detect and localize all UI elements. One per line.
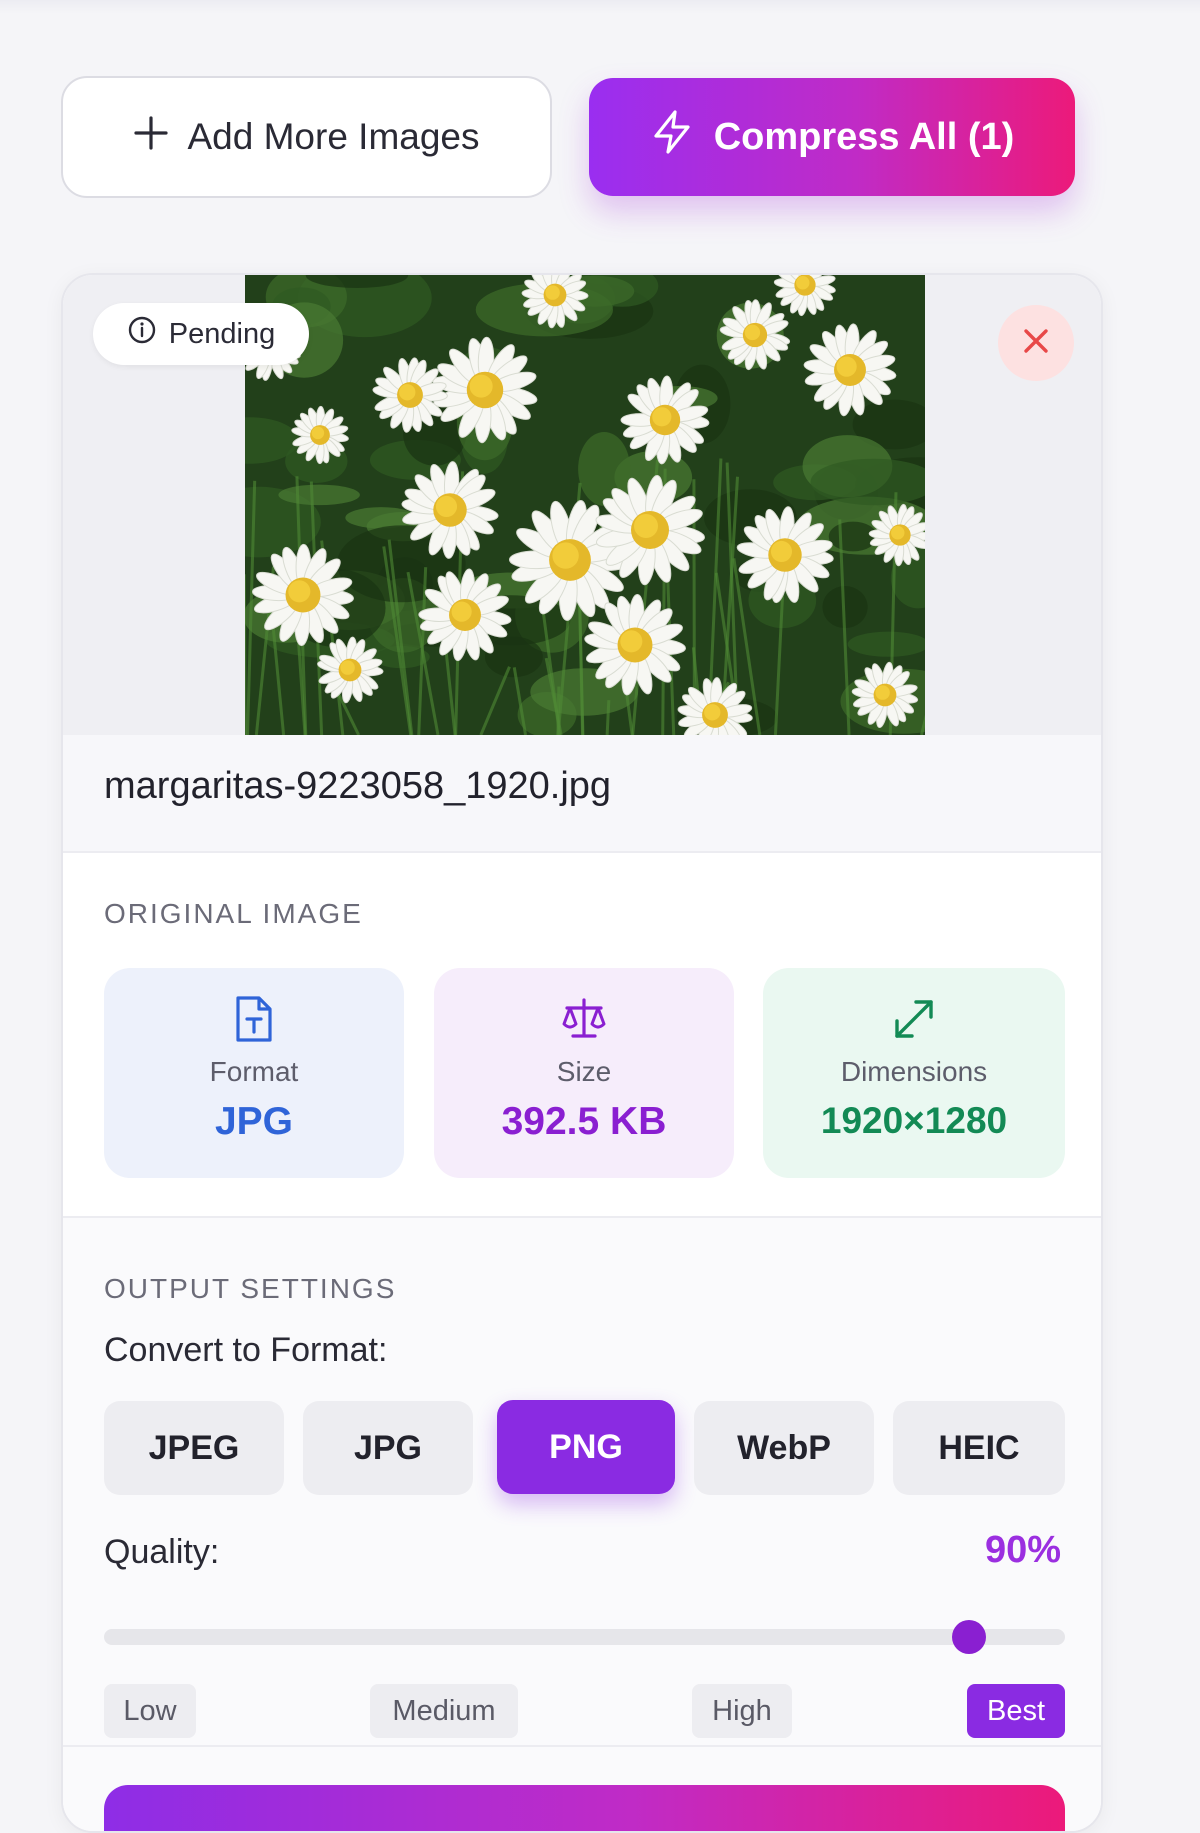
convert-format-label: Convert to Format: [104,1331,387,1370]
dimensions-value: 1920×1280 [821,1100,1007,1142]
quality-slider-track[interactable] [104,1629,1065,1645]
original-image-heading: ORIGINAL IMAGE [104,898,363,930]
format-label: Format [210,1056,299,1088]
expand-icon [889,994,939,1044]
section-divider-bottom [63,1745,1103,1747]
quality-level-medium[interactable]: Medium [370,1684,518,1738]
action-bar: Add More Images Compress All (1) [61,76,1075,196]
compress-image-button[interactable] [104,1785,1065,1833]
format-option-png[interactable]: PNG [497,1400,675,1494]
format-value: JPG [215,1100,293,1144]
file-name: margaritas-9223058_1920.jpg [104,765,611,808]
image-card: Pending margaritas-9223058_1920.jpg ORIG… [61,273,1103,1833]
size-value: 392.5 KB [502,1100,667,1144]
quality-value: 90% [985,1529,1061,1572]
image-preview: Pending [63,275,1103,735]
file-text-icon [232,994,276,1044]
compress-all-button[interactable]: Compress All (1) [589,78,1075,196]
scale-icon [559,994,609,1044]
info-icon [127,315,157,353]
add-more-images-button[interactable]: Add More Images [61,76,552,198]
format-stat: Format JPG [104,968,404,1178]
quality-level-low[interactable]: Low [104,1684,196,1738]
format-option-jpg[interactable]: JPG [303,1401,473,1495]
size-stat: Size 392.5 KB [434,968,734,1178]
image-thumbnail [245,275,925,735]
quality-label: Quality: [104,1533,219,1572]
dimensions-label: Dimensions [841,1056,987,1088]
dimensions-stat: Dimensions 1920×1280 [763,968,1065,1178]
format-option-webp[interactable]: WebP [694,1401,874,1495]
quality-levels: Low Medium High Best [104,1684,1065,1740]
top-edge [0,0,1200,14]
compress-all-label: Compress All (1) [714,116,1015,159]
plus-icon [133,115,169,160]
output-settings-panel [63,1218,1103,1833]
original-stats: Format JPG Size 392.5 KB D [104,968,1065,1178]
quality-level-best[interactable]: Best [967,1684,1065,1738]
close-icon [1021,326,1051,361]
add-more-images-label: Add More Images [187,116,479,158]
output-settings-heading: OUTPUT SETTINGS [104,1273,396,1305]
quality-level-high[interactable]: High [692,1684,792,1738]
lightning-icon [650,109,694,165]
format-options: JPEG JPG PNG WebP HEIC [104,1401,1065,1497]
filename-row: margaritas-9223058_1920.jpg [63,735,1103,853]
format-option-heic[interactable]: HEIC [893,1401,1065,1495]
quality-slider[interactable] [104,1617,1065,1657]
status-badge: Pending [93,303,309,365]
remove-image-button[interactable] [998,305,1074,381]
size-label: Size [557,1056,611,1088]
format-option-jpeg[interactable]: JPEG [104,1401,284,1495]
status-text: Pending [169,318,275,351]
quality-slider-thumb[interactable] [952,1620,986,1654]
